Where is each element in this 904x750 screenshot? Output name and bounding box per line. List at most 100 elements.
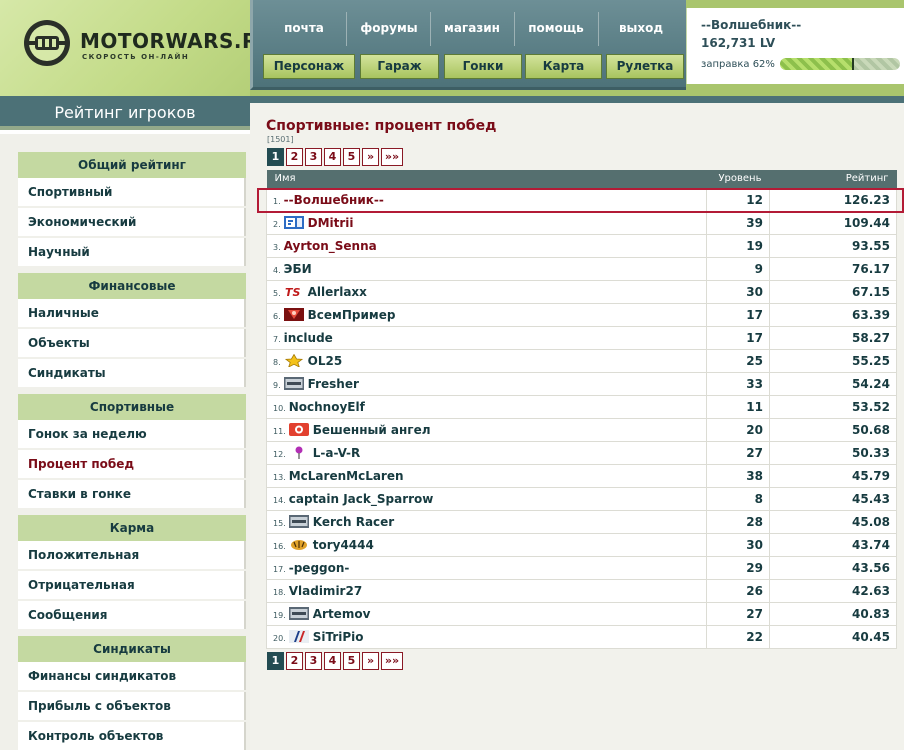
sidebar-item-syndicates[interactable]: Синдикаты	[18, 359, 246, 387]
nav-button-map[interactable]: Карта	[525, 54, 602, 79]
cell-rating: 45.79	[769, 463, 897, 488]
sidebar-item-cash[interactable]: Наличные	[18, 299, 246, 327]
cell-player: 20. SiTriPio	[266, 624, 707, 649]
fuel-label: заправка 62%	[701, 59, 775, 70]
logo-subtitle: СКОРОСТЬ ОН-ЛАЙН	[82, 53, 190, 61]
player-name-link[interactable]: NochnoyElf	[289, 400, 365, 414]
table-row: 6. ВсемПример 17 63.39	[266, 302, 897, 327]
player-name-link[interactable]: SiTriPio	[313, 630, 364, 644]
cell-level: 30	[706, 532, 770, 557]
sidebar: Общий рейтинг Спортивный Экономический Н…	[0, 134, 250, 750]
player-name-link[interactable]: ВсемПример	[308, 308, 396, 322]
nav-link-shop[interactable]: магазин	[440, 21, 504, 35]
star-icon	[284, 353, 304, 367]
player-name-link[interactable]: Allerlaxx	[308, 285, 367, 299]
sidebar-item-race-bets[interactable]: Ставки в гонке	[18, 480, 246, 508]
nav-button-character[interactable]: Персонаж	[263, 54, 355, 79]
player-name-link[interactable]: DMitrii	[308, 216, 354, 230]
nav-link-mail[interactable]: почта	[275, 21, 333, 35]
nav-link-help[interactable]: помощь	[523, 21, 589, 35]
sidebar-item-objects[interactable]: Объекты	[18, 329, 246, 357]
sidebar-item-messages[interactable]: Сообщения	[18, 601, 246, 629]
rank-number: 12.	[273, 449, 286, 459]
page-link-1[interactable]: 1	[267, 148, 284, 166]
page-link-2[interactable]: 2	[286, 148, 303, 166]
player-name-link[interactable]: captain Jack_Sparrow	[289, 492, 434, 506]
cell-player: 10. NochnoyElf	[266, 394, 707, 419]
player-name-link[interactable]: Kerch Racer	[313, 515, 395, 529]
rank-number: 16.	[273, 541, 286, 551]
user-name[interactable]: --Волшебник--	[701, 18, 801, 32]
nav-link-logout[interactable]: выход	[609, 21, 673, 35]
nav-link-forums[interactable]: форумы	[357, 21, 421, 35]
sidebar-item-negative[interactable]: Отрицательная	[18, 571, 246, 599]
rank-number: 20.	[273, 633, 286, 643]
player-name-link[interactable]: include	[284, 331, 333, 345]
table-row: 18. Vladimir27 26 42.63	[266, 578, 897, 603]
nav-button-garage[interactable]: Гараж	[360, 54, 439, 79]
player-name-link[interactable]: tory4444	[313, 538, 374, 552]
page-next-link[interactable]: »	[362, 652, 379, 670]
player-name-link[interactable]: OL25	[308, 354, 343, 368]
page-link-3[interactable]: 3	[305, 652, 322, 670]
player-name-link[interactable]: L-a-V-R	[313, 446, 360, 460]
table-row: 15. Kerch Racer 28 45.08	[266, 509, 897, 534]
page-last-link[interactable]: »»	[381, 148, 403, 166]
slash-icon	[288, 629, 309, 643]
rank-number: 7.	[273, 334, 281, 344]
player-name-link[interactable]: Vladimir27	[289, 584, 362, 598]
page-next-link[interactable]: »	[362, 148, 379, 166]
page-link-5[interactable]: 5	[343, 652, 360, 670]
red-circle-icon	[288, 422, 309, 436]
flag-blue-icon	[283, 215, 304, 229]
player-name-link[interactable]: Artemov	[313, 607, 371, 621]
table-row: 14. captain Jack_Sparrow 8 45.43	[266, 486, 897, 511]
rank-number: 1.	[273, 196, 281, 206]
page-link-2[interactable]: 2	[286, 652, 303, 670]
cell-rating: 109.44	[769, 210, 897, 235]
sidebar-item-positive[interactable]: Положительная	[18, 541, 246, 569]
cell-level: 17	[706, 325, 770, 350]
sidebar-item-object-profit[interactable]: Прибыль с объектов	[18, 692, 246, 720]
nav-button-races[interactable]: Гонки	[444, 54, 522, 79]
sidebar-item-science[interactable]: Научный	[18, 238, 246, 266]
nav-button-roulette[interactable]: Рулетка	[606, 54, 684, 79]
sidebar-item-sport[interactable]: Спортивный	[18, 178, 246, 206]
cell-player: 5. TS Allerlaxx	[266, 279, 707, 304]
sidebar-item-races-week[interactable]: Гонок за неделю	[18, 420, 246, 448]
logo-area[interactable]: MOTORWARS.RU СКОРОСТЬ ОН-ЛАЙН	[0, 0, 274, 96]
player-name-link[interactable]: ЭБИ	[284, 262, 312, 276]
pagination-top: 1 2 3 4 5 » »»	[267, 148, 403, 166]
sidebar-item-syndicate-finance[interactable]: Финансы синдикатов	[18, 662, 246, 690]
page-link-3[interactable]: 3	[305, 148, 322, 166]
player-name-link[interactable]: Бешенный ангел	[313, 423, 431, 437]
page-last-link[interactable]: »»	[381, 652, 403, 670]
cell-player: 1. --Волшебник--	[266, 187, 707, 212]
player-name-link[interactable]: -peggon-	[289, 561, 350, 575]
player-name-link[interactable]: Fresher	[308, 377, 359, 391]
sidebar-item-object-control[interactable]: Контроль объектов	[18, 722, 246, 750]
table-row: 13. McLarenMcLaren 38 45.79	[266, 463, 897, 488]
cell-player: 13. McLarenMcLaren	[266, 463, 707, 488]
player-name-link[interactable]: McLarenMcLaren	[289, 469, 404, 483]
page-link-1[interactable]: 1	[267, 652, 284, 670]
nav-divider	[598, 12, 599, 46]
page-link-4[interactable]: 4	[324, 148, 341, 166]
cell-level: 19	[706, 233, 770, 258]
cell-level: 38	[706, 463, 770, 488]
cell-level: 22	[706, 624, 770, 649]
player-name-link[interactable]: Ayrton_Senna	[284, 239, 377, 253]
page-link-5[interactable]: 5	[343, 148, 360, 166]
sidebar-item-win-percent[interactable]: Процент побед	[18, 450, 246, 478]
cell-rating: 50.68	[769, 417, 897, 442]
logo-emblem-icon	[24, 20, 70, 66]
cell-rating: 55.25	[769, 348, 897, 373]
pagination-bottom: 1 2 3 4 5 » »»	[267, 652, 403, 670]
player-name-link[interactable]: --Волшебник--	[284, 193, 384, 207]
nav-divider	[346, 12, 347, 46]
cell-player: 3. Ayrton_Senna	[266, 233, 707, 258]
grey-plate-icon	[288, 606, 309, 620]
page-link-4[interactable]: 4	[324, 652, 341, 670]
grey-plate-icon	[288, 514, 309, 528]
sidebar-item-economic[interactable]: Экономический	[18, 208, 246, 236]
